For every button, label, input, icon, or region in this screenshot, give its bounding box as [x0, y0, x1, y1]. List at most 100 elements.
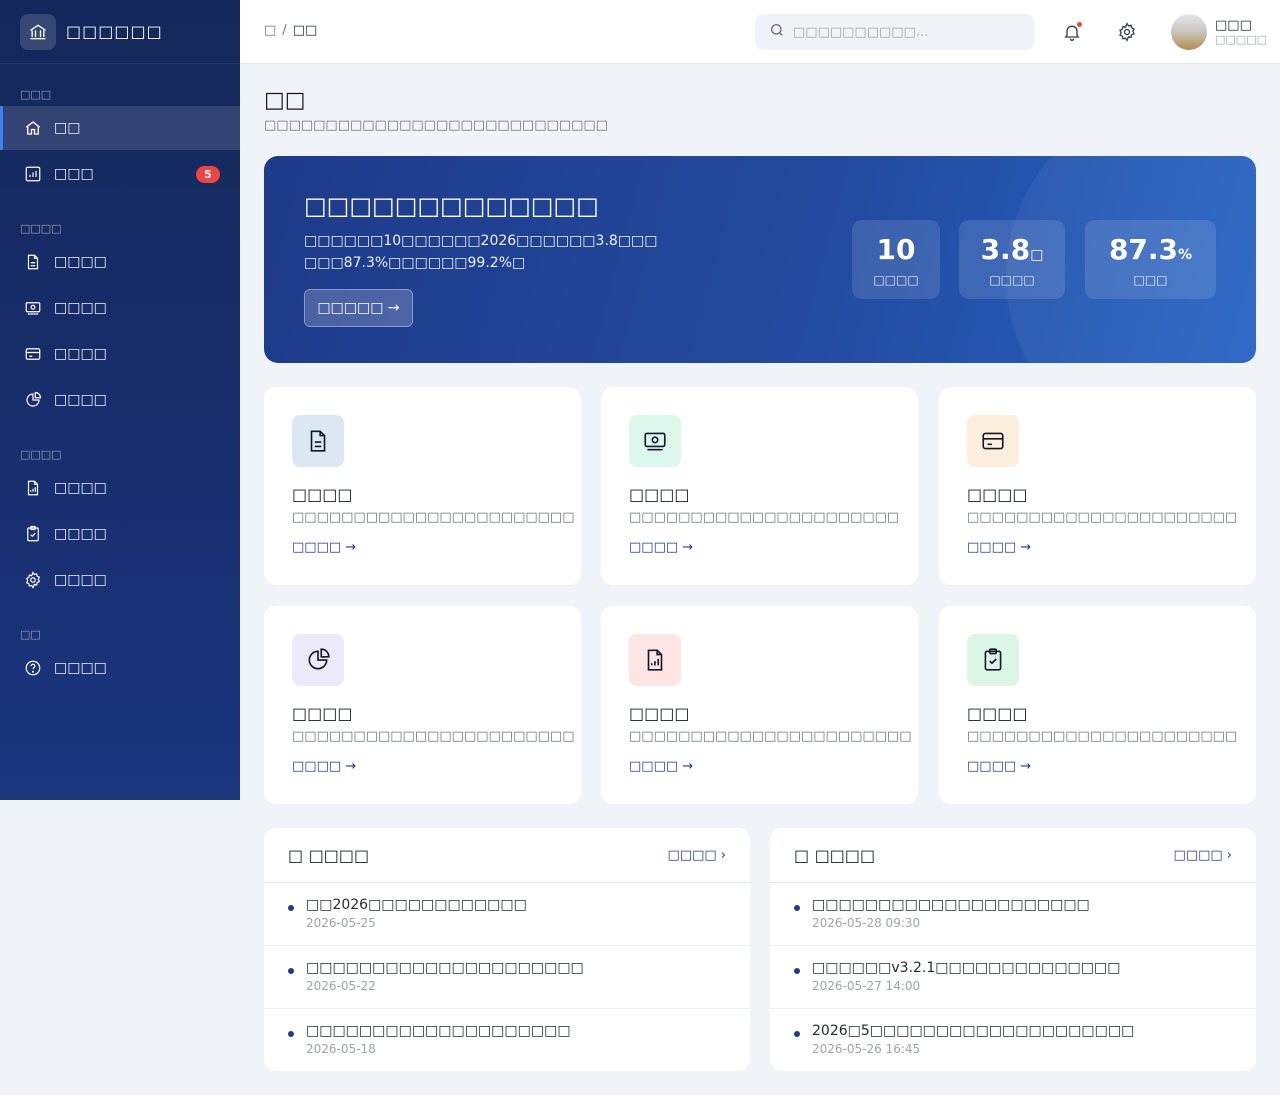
card-description: □□□□□□□□□□□□□□□□□□□□□□□ — [629, 729, 912, 744]
bank-icon — [20, 13, 56, 50]
list-item[interactable]: □□2026□□□□□□□□□□□□ 2026-05-25 — [264, 883, 750, 946]
list-item-date: 2026-05-26 16:45 — [812, 1042, 921, 1056]
list-item-title: □□□□□□□□□□□□□□□□□□□□ — [306, 1023, 571, 1039]
list-item-date: 2026-05-22 — [306, 979, 376, 993]
sidebar-item-approvals[interactable]: □□□□ — [0, 512, 240, 556]
nav-section-label: □□ — [20, 628, 41, 641]
stat-card: 10 □□□□ — [852, 220, 940, 299]
user-menu[interactable]: □□□ □□□□□ — [1171, 14, 1267, 50]
credit-card-icon — [24, 345, 42, 363]
card-title: □□□□ — [629, 485, 690, 504]
sidebar-item-analysis[interactable]: □□□□ — [0, 378, 240, 422]
card-link[interactable]: □□□□ → — [967, 759, 1031, 774]
sidebar-item-messages[interactable]: □□□ 5 — [0, 152, 240, 196]
banner-cta-button[interactable]: □□□□□ → — [304, 289, 413, 327]
credit-card-icon — [967, 415, 1019, 467]
stat-label: □□□□ — [873, 273, 919, 287]
page-subtitle: □□□□□□□□□□□□□□□□□□□□□□□□□□□□ — [264, 118, 608, 133]
banknote-icon — [24, 299, 42, 317]
feature-card[interactable]: □□□□ □□□□□□□□□□□□□□□□□□□□□□□ □□□□ → — [264, 387, 581, 585]
card-title: □□□□ — [967, 704, 1028, 723]
brand-name: □□□□□□ — [66, 22, 163, 41]
home-icon — [24, 119, 42, 137]
card-link[interactable]: □□□□ → — [967, 540, 1031, 555]
nav-section-label: □□□□ — [20, 222, 62, 235]
feature-card[interactable]: □□□□ □□□□□□□□□□□□□□□□□□□□□□ □□□□ → — [939, 387, 1256, 585]
list-item-date: 2026-05-25 — [306, 916, 376, 930]
feature-card[interactable]: □□□□ □□□□□□□□□□□□□□□□□□□□□□ □□□□ → — [601, 387, 918, 585]
stat-unit: % — [1178, 247, 1193, 263]
sidebar-item-reports[interactable]: □□□□ — [0, 466, 240, 510]
report-file-icon — [629, 634, 681, 686]
sidebar: □□□□□□ □□□ □□ □□□ 5 □□□□ □□□□ □□□□ □□□□ … — [0, 0, 240, 800]
report-file-icon — [24, 479, 42, 497]
sidebar-item-label: □□□□ — [54, 392, 107, 408]
sidebar-item-label: □□□□ — [54, 572, 107, 588]
sidebar-item-label: □□□□ — [54, 660, 107, 676]
list-item[interactable]: 2026□5□□□□□□□□□□□□□□□□□□□□ 2026-05-26 16… — [770, 1009, 1256, 1071]
sidebar-item-home[interactable]: □□ — [0, 106, 240, 150]
list-item-date: 2026-05-27 14:00 — [812, 979, 921, 993]
list-item[interactable]: □□□□□□□□□□□□□□□□□□□□□ 2026-05-22 — [264, 946, 750, 1009]
breadcrumb-current: □□ — [292, 23, 318, 38]
panel-title: □ □□□□ — [288, 845, 370, 865]
pie-chart-icon — [292, 634, 344, 686]
document-icon — [292, 415, 344, 467]
card-link[interactable]: □□□□ → — [292, 540, 356, 555]
banner-desc-line: □□□87.3%□□□□□□99.2%□ — [304, 255, 526, 271]
stat-card: 3.8□ □□□□ — [959, 220, 1065, 299]
card-description: □□□□□□□□□□□□□□□□□□□□□□□ — [292, 729, 575, 744]
user-role: □□□□□ — [1215, 33, 1267, 46]
feature-card[interactable]: □□□□ □□□□□□□□□□□□□□□□□□□□□□□ □□□□ → — [264, 606, 581, 804]
card-link[interactable]: □□□□ → — [629, 759, 693, 774]
list-item-title: □□□□□□□□□□□□□□□□□□□□□ — [306, 960, 584, 976]
sidebar-item-documents[interactable]: □□□□ — [0, 240, 240, 284]
document-icon — [24, 253, 42, 271]
page-title: □□ — [264, 88, 306, 113]
list-item[interactable]: □□□□□□□□□□□□□□□□□□□□ 2026-05-18 — [264, 1009, 750, 1071]
search-box[interactable] — [755, 14, 1035, 50]
sidebar-item-help[interactable]: □□□□ — [0, 646, 240, 690]
brand[interactable]: □□□□□□ — [0, 0, 240, 64]
search-input[interactable] — [793, 24, 1013, 40]
sidebar-item-cards[interactable]: □□□□ — [0, 332, 240, 376]
card-title: □□□□ — [629, 704, 690, 723]
card-title: □□□□ — [292, 704, 353, 723]
notification-bell-icon[interactable] — [1060, 20, 1084, 44]
sidebar-item-settings[interactable]: □□□□ — [0, 558, 240, 602]
feature-card[interactable]: □□□□ □□□□□□□□□□□□□□□□□□□□□□□ □□□□ → — [601, 606, 918, 804]
panel-title: □ □□□□ — [794, 845, 876, 865]
welcome-banner: □□□□□□□□□□□□□ □□□□□□10□□□□□□2026□□□□□□3.… — [264, 156, 1256, 363]
card-link[interactable]: □□□□ → — [292, 759, 356, 774]
list-item-title: □□2026□□□□□□□□□□□□ — [306, 897, 527, 913]
list-item[interactable]: □□□□□□□□□□□□□□□□□□□□□ 2026-05-28 09:30 — [770, 883, 1256, 946]
banner-description: □□□□□□10□□□□□□2026□□□□□□3.8□□□ □□□87.3%□… — [304, 230, 658, 274]
card-title: □□□□ — [292, 485, 353, 504]
stat-label: □□□ — [1133, 273, 1168, 287]
user-name: □□□ — [1215, 18, 1252, 33]
help-icon — [24, 659, 42, 677]
pie-chart-icon — [24, 391, 42, 409]
notification-badge: 5 — [196, 165, 220, 183]
sidebar-item-label: □□□□ — [54, 300, 107, 316]
view-more-link[interactable]: □□□□ › — [1174, 848, 1232, 863]
nav-section-label: □□□ — [20, 88, 52, 101]
avatar[interactable] — [1171, 14, 1207, 50]
view-more-link[interactable]: □□□□ › — [668, 848, 726, 863]
breadcrumb-home[interactable]: □ — [264, 23, 276, 38]
stat-value: 87.3 — [1108, 233, 1179, 266]
stat-value: 3.8 — [980, 233, 1031, 266]
announcements-panel: □ □□□□ □□□□ › □□2026□□□□□□□□□□□□ 2026-05… — [264, 828, 750, 1071]
clipboard-check-icon — [967, 634, 1019, 686]
settings-gear-icon[interactable] — [1115, 20, 1139, 44]
feature-card[interactable]: □□□□ □□□□□□□□□□□□□□□□□□□□□□ □□□□ → — [939, 606, 1256, 804]
stat-card: 87.3% □□□ — [1085, 220, 1216, 299]
bar-chart-icon — [24, 165, 42, 183]
banknote-icon — [629, 415, 681, 467]
sidebar-item-label: □□□ — [54, 166, 94, 182]
stat-value: 10 — [876, 233, 916, 266]
sidebar-item-funds[interactable]: □□□□ — [0, 286, 240, 330]
list-item-title: □□□□□□v3.2.1□□□□□□□□□□□□□□ — [812, 960, 1121, 976]
card-link[interactable]: □□□□ → — [629, 540, 693, 555]
list-item[interactable]: □□□□□□v3.2.1□□□□□□□□□□□□□□ 2026-05-27 14… — [770, 946, 1256, 1009]
